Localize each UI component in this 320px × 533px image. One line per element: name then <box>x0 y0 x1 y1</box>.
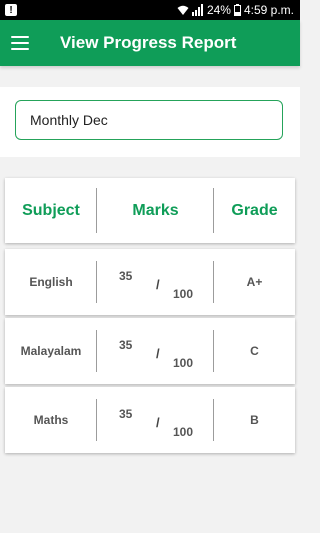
subject-cell: Malayalam <box>5 318 97 384</box>
table-row[interactable]: Maths 35 / 100 B <box>5 387 295 453</box>
marks-obtained: 35 <box>119 269 133 283</box>
battery-icon <box>233 4 241 16</box>
grade-value: A+ <box>246 275 263 289</box>
marks-cell: 35 / 100 <box>97 387 214 453</box>
period-select-card: Monthly Dec <box>0 87 300 157</box>
marks-total: 100 <box>173 287 194 301</box>
header-marks-label: Marks <box>132 201 179 219</box>
marks-total: 100 <box>173 356 194 370</box>
menu-icon[interactable] <box>11 36 29 50</box>
marks-fraction: 35 / 100 <box>97 387 214 453</box>
header-grade: Grade <box>214 178 295 243</box>
marks-cell: 35 / 100 <box>97 318 214 384</box>
status-time: 4:59 p.m. <box>243 3 294 17</box>
marks-total: 100 <box>173 425 194 439</box>
header-grade-label: Grade <box>231 201 278 219</box>
subject-name: Maths <box>33 413 69 427</box>
marks-fraction: 35 / 100 <box>97 249 214 315</box>
page-title: View Progress Report <box>60 33 237 52</box>
subject-name: English <box>29 275 73 289</box>
status-bar: ! 24% 4:59 p.m. <box>0 0 300 20</box>
marks-obtained: 35 <box>119 338 133 352</box>
grade-cell: A+ <box>214 249 295 315</box>
table-row[interactable]: English 35 / 100 A+ <box>5 249 295 315</box>
marks-cell: 35 / 100 <box>97 249 214 315</box>
subject-cell: English <box>5 249 97 315</box>
notification-icon: ! <box>5 4 17 16</box>
grade-value: C <box>250 344 259 358</box>
status-left: ! <box>5 4 17 16</box>
signal-icon <box>191 4 203 16</box>
marks-separator: / <box>156 415 160 430</box>
battery-percent: 24% <box>206 3 231 17</box>
marks-obtained: 35 <box>119 407 133 421</box>
table-row[interactable]: Malayalam 35 / 100 C <box>5 318 295 384</box>
header-subject-label: Subject <box>22 201 80 219</box>
grade-cell: B <box>214 387 295 453</box>
marks-fraction: 35 / 100 <box>97 318 214 384</box>
header-marks: Marks <box>97 178 214 243</box>
grade-value: B <box>250 413 259 427</box>
app-toolbar: View Progress Report <box>0 20 300 66</box>
status-right: 24% 4:59 p.m. <box>177 3 294 17</box>
table-header: Subject Marks Grade <box>5 178 295 243</box>
marks-separator: / <box>156 277 160 292</box>
subject-cell: Maths <box>5 387 97 453</box>
grade-cell: C <box>214 318 295 384</box>
period-select[interactable]: Monthly Dec <box>15 100 283 140</box>
header-subject: Subject <box>5 178 97 243</box>
marks-separator: / <box>156 346 160 361</box>
subject-name: Malayalam <box>20 344 82 358</box>
wifi-icon <box>177 5 189 15</box>
